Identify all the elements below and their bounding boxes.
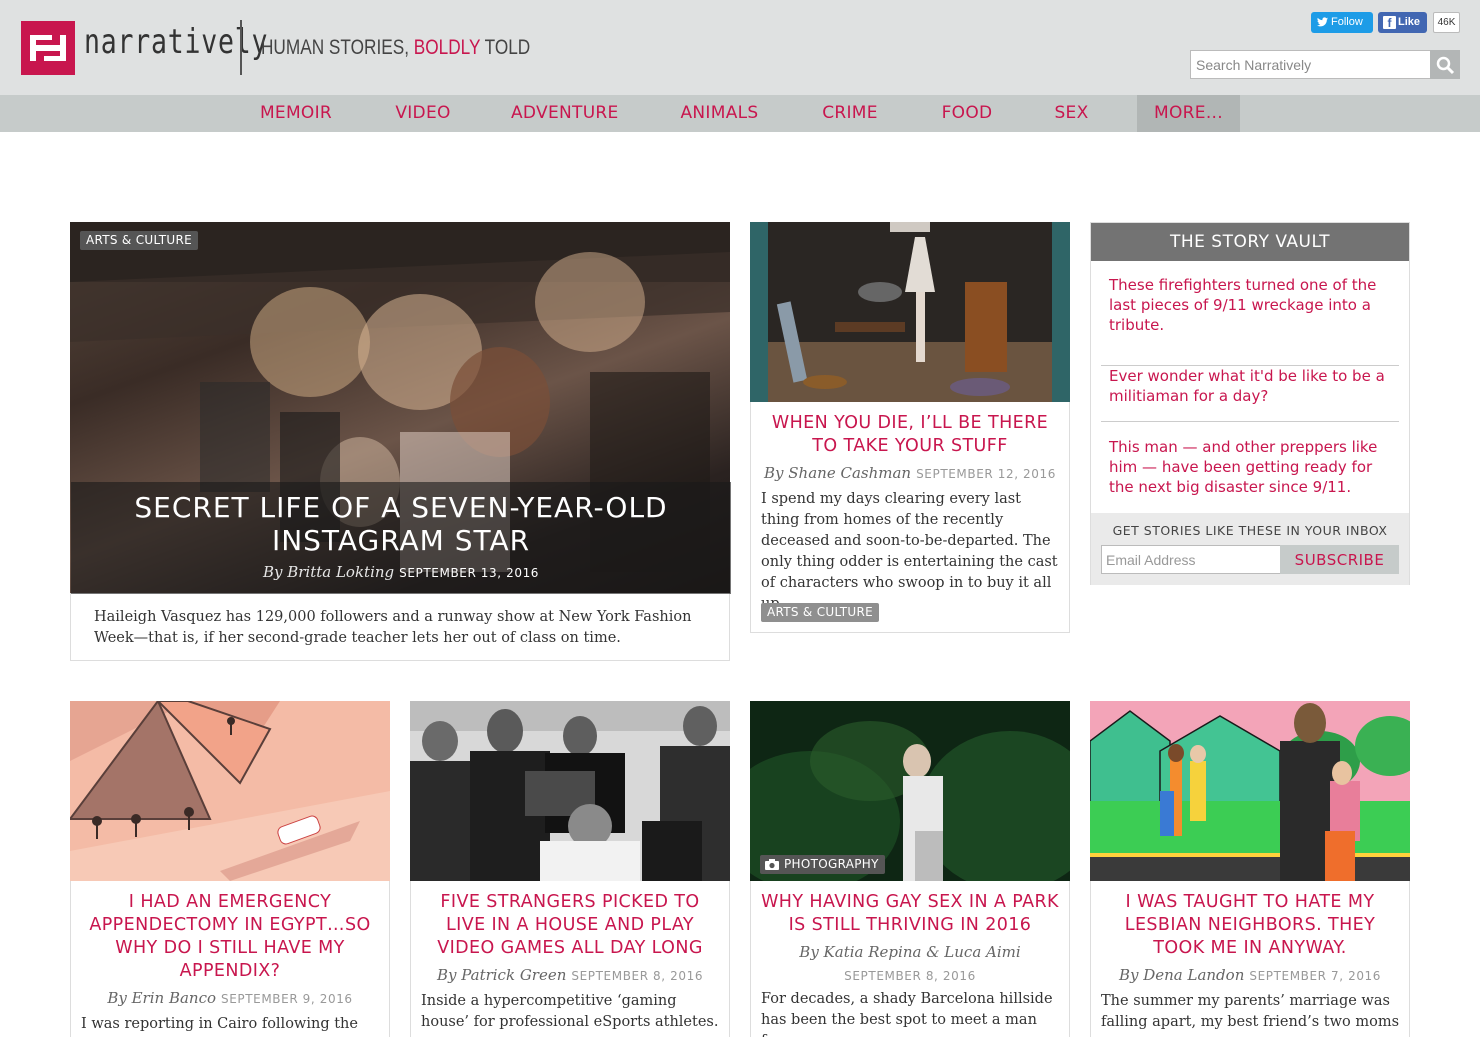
story-photo-illustration: [750, 222, 1070, 402]
newsletter-label: GET STORIES LIKE THESE IN YOUR INBOX: [1112, 523, 1388, 538]
nav-item-sex[interactable]: SEX: [1053, 95, 1090, 132]
story-date: SEPTEMBER 8, 2016: [571, 969, 704, 983]
story-image[interactable]: [750, 222, 1070, 402]
story-vault: THE STORY VAULT These firefighters turne…: [1090, 222, 1410, 585]
story-excerpt: The summer my parents’ marriage was fall…: [1101, 993, 1400, 1030]
story-vault-heading: THE STORY VAULT: [1091, 223, 1409, 261]
nav-item-food[interactable]: FOOD: [940, 95, 994, 132]
newsletter-signup: GET STORIES LIKE THESE IN YOUR INBOX SUB…: [1091, 513, 1409, 585]
story-date: SEPTEMBER 9, 2016: [221, 992, 353, 1006]
story-category-tag[interactable]: ARTS & CULTURE: [761, 603, 880, 622]
category-nav: MEMOIR VIDEO ADVENTURE ANIMALS CRIME FOO…: [0, 95, 1480, 132]
nav-item-memoir[interactable]: MEMOIR: [258, 95, 334, 132]
story-headline[interactable]: I HAD AN EMERGENCY APPENDECTOMY IN EGYPT…: [83, 891, 377, 983]
story-byline: By Patrick Green SEPTEMBER 8, 2016: [411, 966, 729, 984]
nav-item-animals[interactable]: ANIMALS: [678, 95, 761, 132]
story-author[interactable]: By Erin Banco: [107, 989, 216, 1007]
story-date: SEPTEMBER 8, 2016: [844, 969, 976, 983]
email-field[interactable]: [1101, 545, 1281, 574]
feature-headline[interactable]: SECRET LIFE OF A SEVEN-YEAR-OLD INSTAGRA…: [91, 491, 711, 557]
feature-author[interactable]: By Britta Lokting: [263, 563, 394, 581]
story-image[interactable]: [70, 701, 390, 881]
story-excerpt: I was reporting in Cairo following the A…: [81, 1016, 358, 1032]
search-button[interactable]: [1430, 50, 1460, 79]
site-header: narratively HUMAN STORIES, BOLDLY TOLD F…: [0, 0, 1480, 95]
feature-excerpt: Haileigh Vasquez has 129,000 followers a…: [94, 609, 692, 646]
subscribe-button[interactable]: SUBSCRIBE: [1280, 545, 1399, 574]
twitter-follow-label: Follow: [1331, 16, 1363, 28]
nav-item-more[interactable]: MORE...: [1137, 95, 1240, 132]
logo-mark-icon[interactable]: [21, 21, 75, 75]
header-divider: [240, 20, 242, 75]
story-card[interactable]: WHEN YOU DIE, I’LL BE THERE TO TAKE YOUR…: [750, 222, 1070, 633]
feature-category-tag[interactable]: ARTS & CULTURE: [80, 231, 199, 250]
story-byline: By Shane Cashman SEPTEMBER 12, 2016: [751, 464, 1069, 482]
story-card[interactable]: I WAS TAUGHT TO HATE MY LESBIAN NEIGHBOR…: [1090, 701, 1410, 1037]
story-byline: By Dena Landon SEPTEMBER 7, 2016: [1091, 966, 1409, 984]
vault-link[interactable]: Ever wonder what it'd be like to be a mi…: [1109, 366, 1394, 406]
story-author[interactable]: By Shane Cashman: [764, 464, 911, 482]
tagline: HUMAN STORIES, BOLDLY TOLD: [261, 36, 531, 59]
pyramids-illustration: [70, 701, 390, 881]
story-author[interactable]: By Dena Landon: [1119, 966, 1244, 984]
vault-link[interactable]: This man — and other preppers like him —…: [1109, 437, 1394, 497]
vault-divider: [1101, 421, 1399, 422]
story-date: SEPTEMBER 12, 2016: [916, 467, 1056, 481]
search-icon: [1436, 56, 1455, 75]
neighbors-illustration: [1090, 701, 1410, 881]
nav-item-crime[interactable]: CRIME: [820, 95, 880, 132]
story-byline: By Erin Banco SEPTEMBER 9, 2016: [71, 989, 389, 1007]
story-date-line: SEPTEMBER 8, 2016: [751, 966, 1069, 984]
facebook-like-label: Like: [1398, 16, 1421, 28]
story-image[interactable]: [750, 701, 1070, 881]
story-card[interactable]: I HAD AN EMERGENCY APPENDECTOMY IN EGYPT…: [70, 701, 390, 1037]
facebook-like-count: 46K: [1433, 12, 1460, 33]
story-card[interactable]: PHOTOGRAPHY WHY HAVING GAY SEX IN A PARK…: [750, 701, 1070, 1037]
nav-item-video[interactable]: VIDEO: [394, 95, 452, 132]
story-category-label: PHOTOGRAPHY: [784, 857, 879, 871]
story-headline[interactable]: WHEN YOU DIE, I’LL BE THERE TO TAKE YOUR…: [763, 412, 1057, 458]
feature-story-card[interactable]: ARTS & CULTURE SECRET LIFE OF A SEVEN-YE…: [70, 222, 731, 661]
story-author[interactable]: By Patrick Green: [437, 966, 566, 984]
story-excerpt: I spend my days clearing every last thin…: [761, 491, 1058, 612]
feature-byline: By Britta Lokting SEPTEMBER 13, 2016: [71, 563, 731, 581]
twitter-bird-icon: [1317, 17, 1328, 27]
story-category-tag[interactable]: PHOTOGRAPHY: [760, 855, 885, 874]
gamers-photo-illustration: [410, 701, 730, 881]
camera-icon: [765, 859, 779, 870]
story-date: SEPTEMBER 7, 2016: [1249, 969, 1382, 983]
story-image[interactable]: [410, 701, 730, 881]
park-photo-illustration: [750, 701, 1070, 881]
story-headline[interactable]: WHY HAVING GAY SEX IN A PARK IS STILL TH…: [759, 891, 1061, 937]
story-byline[interactable]: By Katia Repina & Luca Aimi: [751, 943, 1069, 961]
facebook-like-button[interactable]: f Like: [1378, 12, 1427, 33]
story-image[interactable]: [1090, 701, 1410, 881]
facebook-f-icon: f: [1383, 16, 1396, 30]
story-card[interactable]: FIVE STRANGERS PICKED TO LIVE IN A HOUSE…: [410, 701, 730, 1037]
story-excerpt: For decades, a shady Barcelona hillside …: [761, 991, 1053, 1037]
story-headline[interactable]: FIVE STRANGERS PICKED TO LIVE IN A HOUSE…: [423, 891, 717, 960]
search-input[interactable]: [1190, 50, 1431, 79]
vault-link[interactable]: These firefighters turned one of the las…: [1109, 275, 1394, 335]
feature-date: SEPTEMBER 13, 2016: [399, 566, 540, 580]
story-excerpt: Inside a hypercompetitive ‘gaming house’…: [421, 993, 719, 1030]
twitter-follow-button[interactable]: Follow: [1311, 12, 1373, 33]
story-headline[interactable]: I WAS TAUGHT TO HATE MY LESBIAN NEIGHBOR…: [1103, 891, 1397, 960]
nav-item-adventure[interactable]: ADVENTURE: [511, 95, 618, 132]
